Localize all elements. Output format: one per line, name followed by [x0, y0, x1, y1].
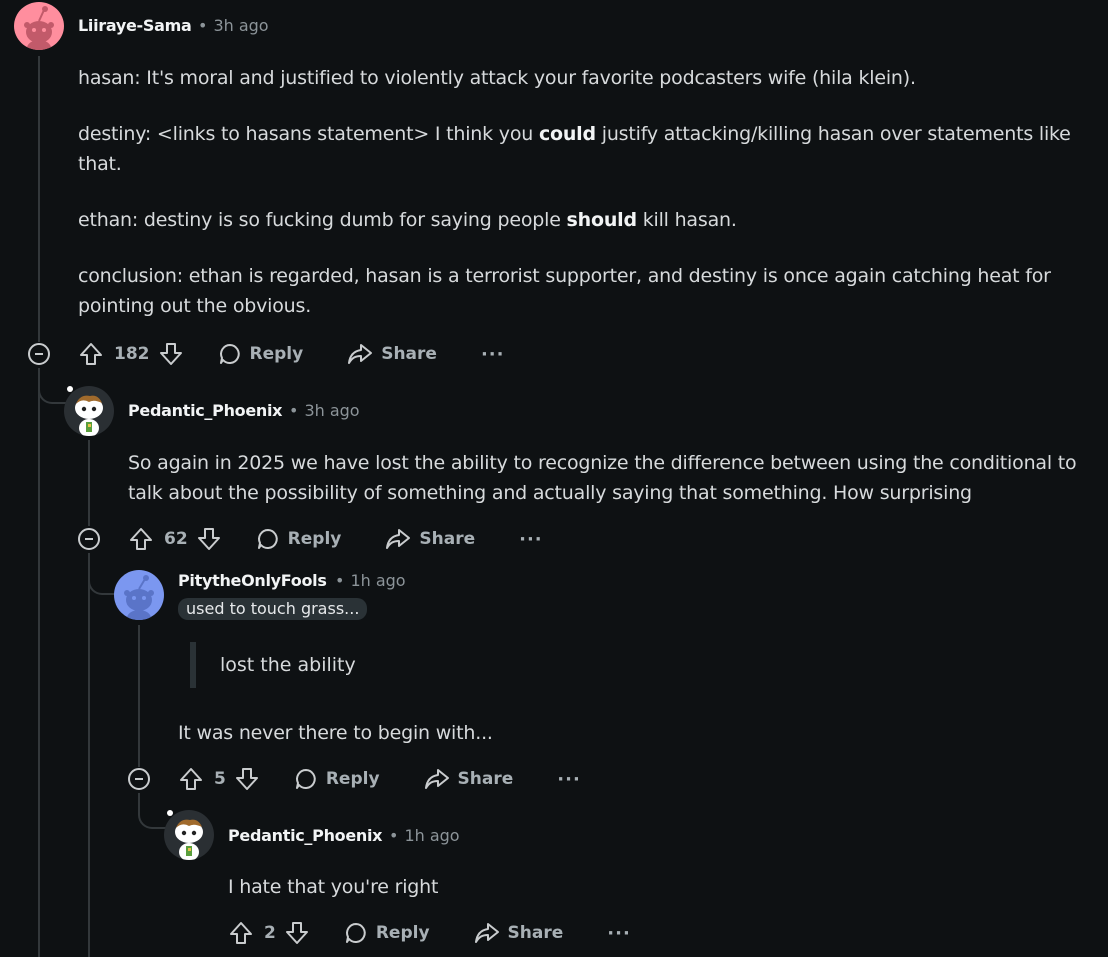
more-options-button[interactable]: ···	[557, 769, 581, 790]
upvote-icon[interactable]	[78, 341, 104, 367]
comment-bubble-icon	[295, 769, 316, 789]
share-label: Share	[457, 769, 514, 789]
meta-separator: •	[389, 826, 399, 845]
downvote-icon[interactable]	[196, 526, 222, 552]
reply-label: Reply	[325, 769, 380, 789]
comment-paragraph: conclusion: ethan is regarded, hasan is …	[78, 261, 1098, 321]
more-options-button[interactable]: ···	[481, 344, 505, 365]
comment-author[interactable]: Pedantic_Phoenix	[128, 401, 283, 420]
comment-time: 3h ago	[213, 16, 269, 35]
reply-label: Reply	[375, 923, 430, 943]
share-icon	[386, 529, 411, 549]
text-run: destiny: <links to hasans statement> I t…	[78, 123, 539, 145]
online-dot	[167, 810, 173, 816]
snoo-avatar-icon	[124, 575, 154, 620]
comment-author[interactable]: PitytheOnlyFools	[178, 571, 327, 590]
comment-paragraph: hasan: It's moral and justified to viole…	[78, 63, 1098, 93]
comment-timestamp: • 1h ago	[335, 571, 406, 590]
comment-paragraph: destiny: <links to hasans statement> I t…	[78, 119, 1098, 179]
more-options-button[interactable]: ···	[519, 529, 543, 550]
comment-actions: 182 Reply Share ···	[78, 336, 504, 372]
comment-time: 1h ago	[404, 826, 460, 845]
avatar[interactable]	[64, 386, 114, 436]
comment-timestamp: • 3h ago	[289, 401, 360, 420]
meta-separator: •	[335, 571, 345, 590]
snoo-avatar-icon	[75, 395, 103, 436]
blockquote: lost the ability	[190, 642, 356, 688]
thread-connector	[88, 553, 116, 595]
comment-actions: 5 Reply Share ···	[178, 761, 581, 797]
upvote-icon[interactable]	[128, 526, 154, 552]
reply-button[interactable]: Reply	[294, 767, 380, 791]
snoo-avatar-icon	[175, 819, 203, 860]
share-button[interactable]: Share	[474, 921, 564, 945]
comment-time: 3h ago	[304, 401, 360, 420]
collapse-thread-button[interactable]	[28, 343, 50, 365]
avatar[interactable]	[114, 570, 164, 620]
reply-button[interactable]: Reply	[256, 527, 342, 551]
thread-line	[38, 56, 40, 342]
thread-connector	[138, 793, 166, 829]
collapse-thread-button[interactable]	[78, 528, 100, 550]
vote-count: 62	[164, 529, 188, 549]
share-label: Share	[419, 529, 476, 549]
user-flair: used to touch grass...	[178, 598, 368, 620]
share-icon	[348, 344, 373, 364]
comment-bubble-icon	[345, 923, 366, 943]
comment-body: It was never there to begin with...	[178, 722, 493, 744]
share-button[interactable]: Share	[424, 767, 514, 791]
comment-bubble-icon	[219, 344, 240, 364]
reply-button[interactable]: Reply	[218, 342, 304, 366]
comment-actions: 2 Reply Share ···	[228, 915, 631, 951]
meta-separator: •	[289, 401, 299, 420]
text-run: ethan: destiny is so fucking dumb for sa…	[78, 209, 567, 231]
text-run: hasan: It's moral and justified to viole…	[78, 67, 916, 89]
comment-author[interactable]: Pedantic_Phoenix	[228, 826, 383, 845]
comment-body: So again in 2025 we have lost the abilit…	[128, 452, 1077, 504]
meta-separator: •	[198, 16, 208, 35]
reply-label: Reply	[249, 344, 304, 364]
comment-timestamp: • 3h ago	[198, 16, 269, 35]
bold-text: could	[538, 123, 596, 145]
collapse-thread-button[interactable]	[128, 768, 150, 790]
comment-body: hasan: It's moral and justified to viole…	[78, 63, 1098, 321]
vote-count: 182	[114, 344, 150, 364]
thread-line	[88, 440, 90, 526]
share-button[interactable]: Share	[385, 527, 475, 551]
share-label: Share	[507, 923, 564, 943]
comment-body: I hate that you're right	[228, 876, 439, 898]
text-run: conclusion: ethan is regarded, hasan is …	[78, 265, 1051, 317]
upvote-icon[interactable]	[178, 766, 204, 792]
downvote-icon[interactable]	[158, 341, 184, 367]
snoo-avatar-icon	[24, 6, 54, 50]
comment-paragraph: ethan: destiny is so fucking dumb for sa…	[78, 205, 1098, 235]
downvote-icon[interactable]	[234, 766, 260, 792]
avatar[interactable]	[14, 2, 64, 50]
thread-line	[138, 625, 140, 767]
comment-bubble-icon	[257, 529, 278, 549]
bold-text: should	[566, 209, 638, 231]
text-run: kill hasan.	[636, 209, 737, 231]
reply-label: Reply	[287, 529, 342, 549]
comment-author[interactable]: Liiraye-Sama	[78, 16, 192, 35]
avatar[interactable]	[164, 810, 214, 860]
online-dot	[67, 386, 73, 392]
upvote-icon[interactable]	[228, 920, 254, 946]
thread-line	[88, 553, 90, 957]
downvote-icon[interactable]	[284, 920, 310, 946]
vote-count: 2	[264, 923, 276, 943]
comment-timestamp: • 1h ago	[389, 826, 460, 845]
comment-actions: 62 Reply Share ···	[128, 521, 543, 557]
share-icon	[424, 769, 449, 789]
reply-button[interactable]: Reply	[344, 921, 430, 945]
thread-connector	[38, 368, 66, 404]
share-icon	[474, 923, 499, 943]
share-button[interactable]: Share	[347, 342, 437, 366]
comment-time: 1h ago	[350, 571, 406, 590]
share-label: Share	[381, 344, 437, 364]
vote-count: 5	[214, 769, 226, 789]
more-options-button[interactable]: ···	[607, 923, 631, 944]
thread-line	[38, 368, 40, 957]
